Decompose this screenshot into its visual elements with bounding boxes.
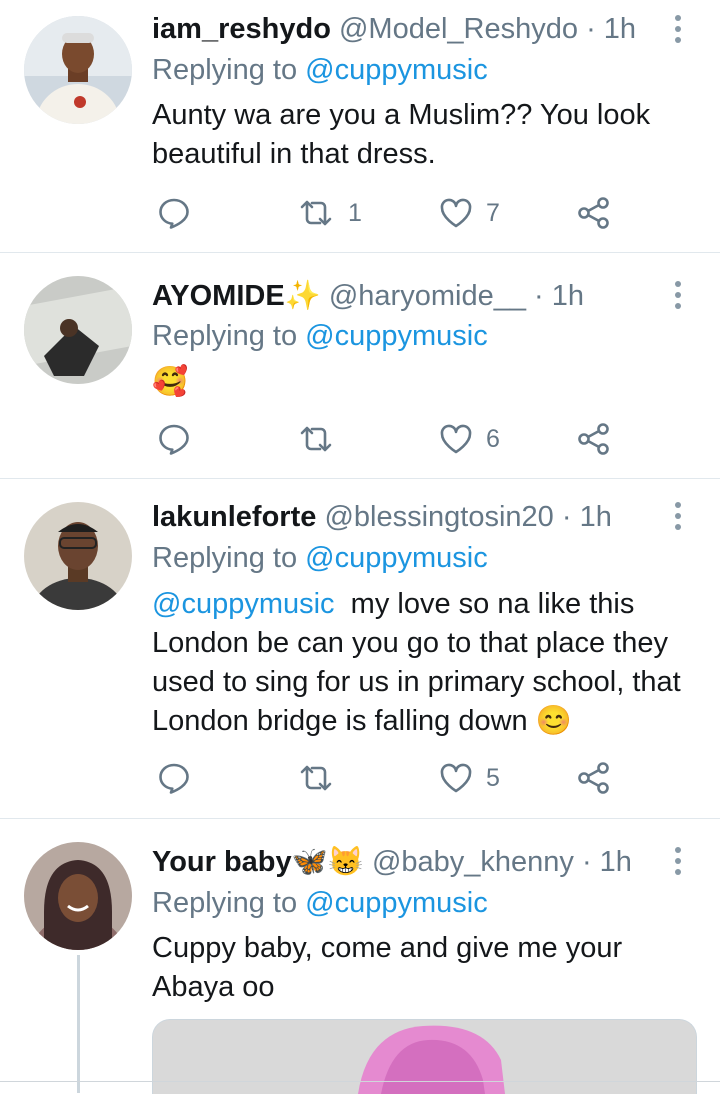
timestamp[interactable]: · 1h xyxy=(562,501,612,533)
tweet-header: lakunleforte @blessingtosin20 · 1h xyxy=(152,500,612,534)
tweet-text: Aunty wa are you a Muslim?? You look bea… xyxy=(152,99,651,170)
replying-to: Replying to @cuppymusic xyxy=(152,541,488,575)
user-handle[interactable]: @blessingtosin20 xyxy=(324,501,553,533)
share-icon xyxy=(578,762,609,794)
replying-to: Replying to @cuppymusic xyxy=(152,886,488,920)
retweet-icon xyxy=(300,200,332,226)
more-vertical-icon[interactable] xyxy=(668,500,688,534)
display-name[interactable]: Your baby xyxy=(152,846,292,878)
more-vertical-icon[interactable] xyxy=(668,13,688,47)
tweet-header: iam_reshydo @Model_Reshydo · 1h xyxy=(152,12,636,46)
share-button[interactable] xyxy=(576,193,612,233)
replying-mention[interactable]: @cuppymusic xyxy=(305,887,488,919)
retweet-button[interactable]: 1 xyxy=(296,193,362,233)
like-button[interactable]: 5 xyxy=(438,758,500,798)
share-icon xyxy=(578,197,609,229)
reply-icon xyxy=(159,424,189,455)
display-name[interactable]: AYOMIDE xyxy=(152,280,285,312)
replying-prefix: Replying to xyxy=(152,542,306,574)
replying-mention[interactable]: @cuppymusic xyxy=(305,542,488,574)
retweet-button[interactable] xyxy=(296,419,348,459)
share-button[interactable] xyxy=(576,758,612,798)
heart-icon xyxy=(440,424,472,454)
reply-button[interactable] xyxy=(156,193,192,233)
name-emoji: 🦋😸 xyxy=(291,846,364,878)
avatar[interactable] xyxy=(24,276,132,384)
user-handle[interactable]: @haryomide__ xyxy=(329,280,526,312)
reply-icon xyxy=(159,198,189,229)
replying-mention[interactable]: @cuppymusic xyxy=(305,320,488,352)
heart-icon xyxy=(440,763,472,793)
tweet[interactable]: iam_reshydo @Model_Reshydo · 1h Replying… xyxy=(0,0,720,252)
like-count: 6 xyxy=(486,424,500,453)
tweet-text: @cuppymusic my love so na like this Lond… xyxy=(152,585,697,741)
replying-mention[interactable]: @cuppymusic xyxy=(305,54,488,86)
timestamp[interactable]: · 1h xyxy=(586,13,636,45)
user-handle[interactable]: @Model_Reshydo xyxy=(339,13,578,45)
timestamp[interactable]: · 1h xyxy=(582,846,632,878)
text-mention[interactable]: @cuppymusic xyxy=(152,588,335,620)
more-vertical-icon[interactable] xyxy=(668,845,688,879)
replying-prefix: Replying to xyxy=(152,320,306,352)
retweet-icon xyxy=(300,426,332,452)
tweet[interactable]: lakunleforte @blessingtosin20 · 1h Reply… xyxy=(0,479,720,817)
thread-line xyxy=(77,955,80,1093)
display-name[interactable]: iam_reshydo xyxy=(152,13,331,45)
more-vertical-icon[interactable] xyxy=(668,279,688,313)
replying-to: Replying to @cuppymusic xyxy=(152,319,488,353)
like-count: 5 xyxy=(486,763,500,792)
heart-icon xyxy=(440,198,472,228)
avatar[interactable] xyxy=(24,842,132,950)
replying-prefix: Replying to xyxy=(152,54,306,86)
like-count: 7 xyxy=(486,198,500,227)
share-button[interactable] xyxy=(576,419,612,459)
avatar[interactable] xyxy=(24,16,132,124)
tweet-header: Your baby🦋😸 @baby_khenny · 1h xyxy=(152,845,632,879)
timestamp[interactable]: · 1h xyxy=(534,280,584,312)
display-name[interactable]: lakunleforte xyxy=(152,501,316,533)
retweet-count: 1 xyxy=(348,198,362,227)
retweet-button[interactable] xyxy=(296,758,348,798)
tweet-text: Cuppy baby, come and give me your Abaya … xyxy=(152,932,623,1003)
like-button[interactable]: 6 xyxy=(438,419,500,459)
tweet-actions: 1 7 xyxy=(152,193,622,233)
reply-icon xyxy=(159,763,189,794)
reply-button[interactable] xyxy=(156,419,192,459)
retweet-icon xyxy=(300,765,332,791)
like-button[interactable]: 7 xyxy=(438,193,500,233)
avatar[interactable] xyxy=(24,502,132,610)
bottom-bar-divider xyxy=(0,1081,720,1082)
tweet-actions: 6 xyxy=(152,419,622,459)
reply-button[interactable] xyxy=(156,758,192,798)
replying-to: Replying to @cuppymusic xyxy=(152,53,488,87)
share-icon xyxy=(578,423,609,455)
name-emoji: ✨ xyxy=(284,280,321,312)
tweet-actions: 5 xyxy=(152,758,622,798)
user-handle[interactable]: @baby_khenny xyxy=(372,846,574,878)
tweet-header: AYOMIDE✨ @haryomide__ · 1h xyxy=(152,279,584,313)
tweet-text: 🥰 xyxy=(152,366,189,398)
replying-prefix: Replying to xyxy=(152,887,306,919)
tweet[interactable]: AYOMIDE✨ @haryomide__ · 1h Replying to @… xyxy=(0,253,720,478)
media-image[interactable] xyxy=(152,1019,697,1094)
